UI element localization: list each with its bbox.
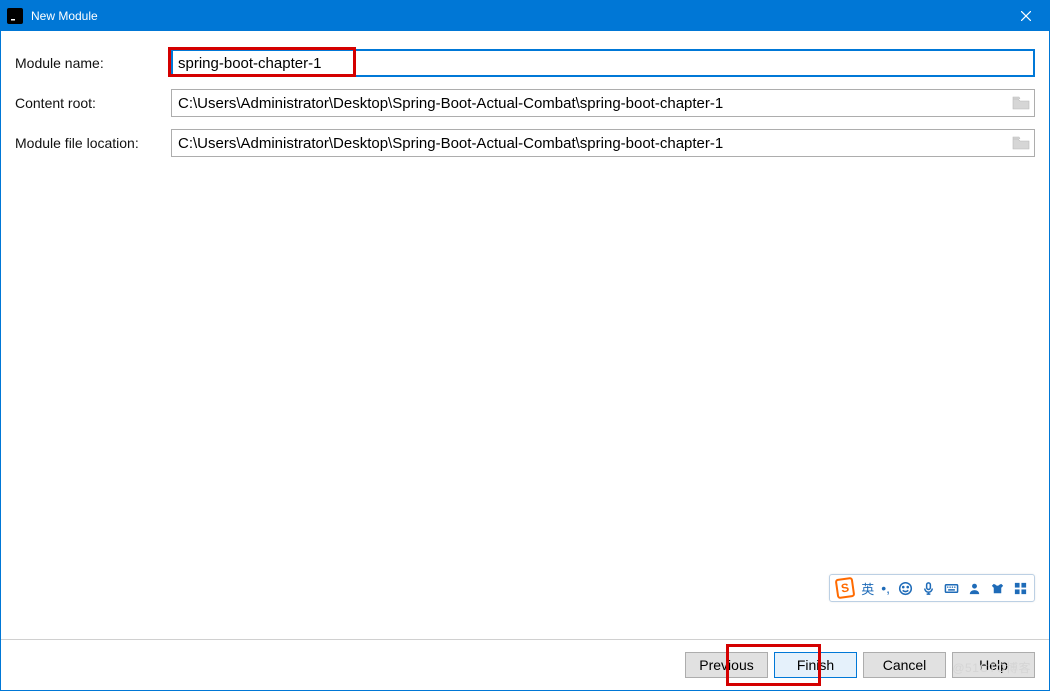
ime-skin-icon[interactable] <box>989 580 1005 596</box>
module-file-row: Module file location: <box>15 129 1035 157</box>
form-area: Module name: Content root: Module file l… <box>1 31 1049 157</box>
finish-button[interactable]: Finish <box>774 652 857 678</box>
sogou-logo-icon: S <box>835 578 855 598</box>
module-file-label: Module file location: <box>15 135 171 151</box>
ime-punct-label[interactable]: •, <box>881 580 890 596</box>
intellij-icon <box>7 8 23 24</box>
window-title: New Module <box>31 9 98 23</box>
ime-smiley-icon[interactable] <box>897 580 913 596</box>
close-button[interactable] <box>1003 1 1049 31</box>
dialog-footer: Previous Finish Cancel Help <box>1 639 1049 690</box>
ime-toolbox-icon[interactable] <box>1012 580 1028 596</box>
module-name-row: Module name: <box>15 49 1035 77</box>
ime-user-icon[interactable] <box>966 580 982 596</box>
ime-lang-label[interactable]: 英 <box>861 579 874 598</box>
content-root-row: Content root: <box>15 89 1035 117</box>
module-name-input[interactable] <box>171 49 1035 77</box>
browse-module-file-button[interactable] <box>1011 134 1031 152</box>
ime-mic-icon[interactable] <box>920 580 936 596</box>
module-name-label: Module name: <box>15 55 171 71</box>
new-module-dialog: New Module Module name: Content root: Mo… <box>0 0 1050 691</box>
ime-toolbar[interactable]: S 英 •, <box>829 574 1035 602</box>
previous-button[interactable]: Previous <box>685 652 768 678</box>
ime-keyboard-icon[interactable] <box>943 580 959 596</box>
content-root-input[interactable] <box>171 89 1035 117</box>
titlebar: New Module <box>1 1 1049 31</box>
content-root-label: Content root: <box>15 95 171 111</box>
help-button[interactable]: Help <box>952 652 1035 678</box>
module-file-input[interactable] <box>171 129 1035 157</box>
browse-content-root-button[interactable] <box>1011 94 1031 112</box>
cancel-button[interactable]: Cancel <box>863 652 946 678</box>
